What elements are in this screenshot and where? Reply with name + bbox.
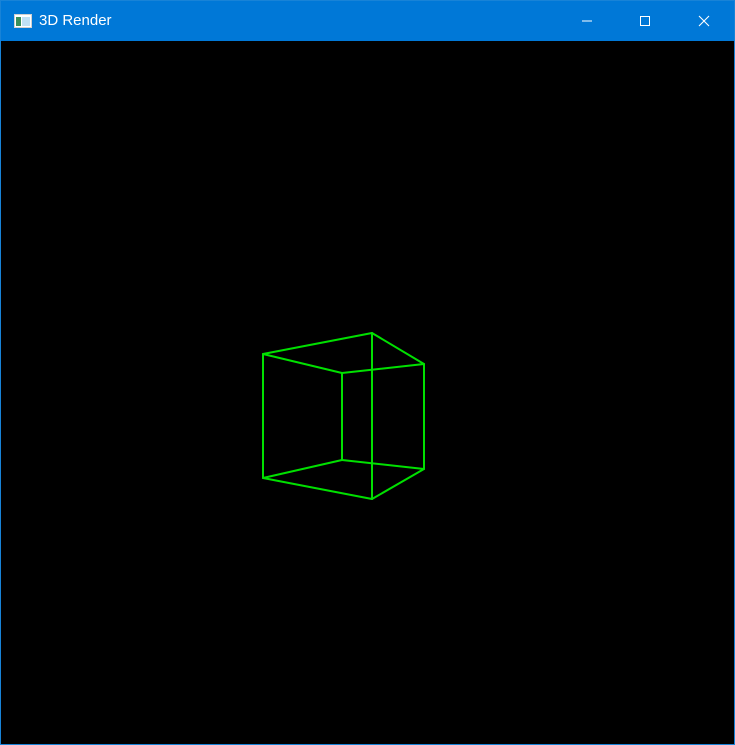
cube-edge: [262, 353, 343, 374]
cube-edge: [371, 468, 425, 500]
window-title: 3D Render: [39, 12, 112, 29]
cube-edge: [371, 332, 425, 365]
app-window: 3D Render: [0, 0, 735, 745]
cube-edge: [262, 459, 343, 479]
render-canvas[interactable]: [4, 41, 733, 743]
close-button[interactable]: [681, 1, 727, 41]
wireframe-cube: [262, 332, 425, 500]
title-bar[interactable]: 3D Render: [1, 1, 734, 41]
cube-edge: [262, 477, 373, 500]
cube-edge: [341, 459, 425, 470]
cube-edge: [262, 332, 373, 355]
maximize-icon: [640, 16, 650, 26]
minimize-button[interactable]: [564, 1, 610, 41]
close-icon: [698, 15, 710, 27]
maximize-button[interactable]: [622, 1, 668, 41]
cube-edge: [341, 363, 425, 374]
window-app-icon: [14, 14, 32, 28]
minimize-icon: [582, 20, 592, 22]
